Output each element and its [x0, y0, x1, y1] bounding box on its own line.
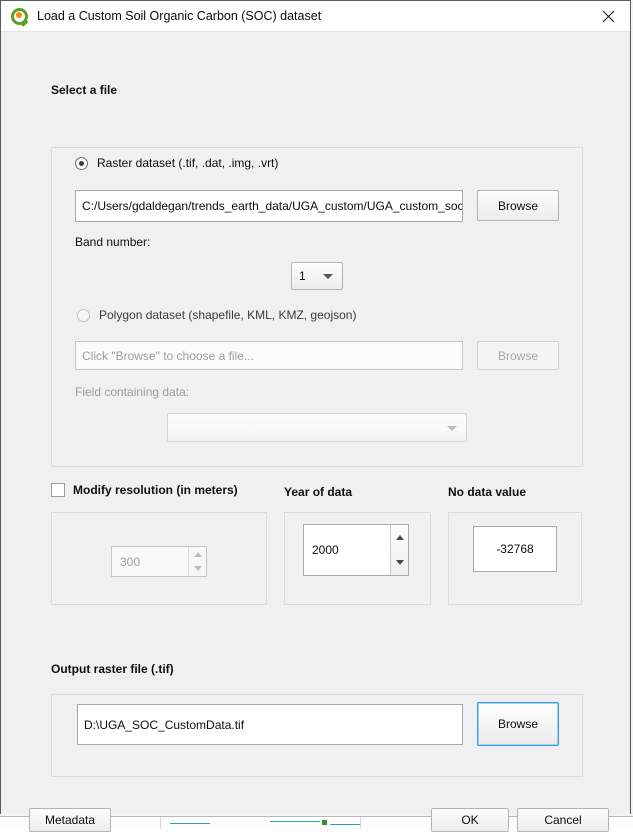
raster-browse-button[interactable]: Browse — [477, 190, 559, 221]
year-of-data-label: Year of data — [284, 485, 352, 499]
polygon-radio-label: Polygon dataset (shapefile, KML, KMZ, ge… — [99, 308, 356, 322]
close-icon[interactable] — [586, 1, 630, 31]
polygon-radio-indicator — [77, 309, 90, 322]
qgis-icon — [11, 8, 28, 25]
canvas-ghost-text — [166, 816, 169, 826]
spin-down-icon[interactable] — [189, 562, 206, 577]
spin-down-icon[interactable] — [391, 550, 408, 575]
year-value: 2000 — [304, 525, 390, 575]
year-spin-arrows[interactable] — [390, 525, 408, 575]
modify-resolution-checkbox[interactable]: Modify resolution (in meters) — [51, 483, 238, 497]
dialog-body: Select a file Raster dataset (.tif, .dat… — [1, 32, 630, 814]
output-raster-heading: Output raster file (.tif) — [51, 662, 174, 676]
metadata-button[interactable]: Metadata — [29, 808, 111, 832]
chevron-down-icon — [447, 426, 457, 431]
select-file-heading: Select a file — [51, 83, 117, 97]
raster-path-input[interactable]: C:/Users/gdaldegan/trends_earth_data/UGA… — [75, 190, 463, 222]
resolution-spinbox[interactable]: 300 — [111, 546, 207, 577]
band-number-combobox[interactable]: 1 — [291, 262, 343, 290]
raster-radio-label: Raster dataset (.tif, .dat, .img, .vrt) — [97, 156, 278, 170]
resolution-value: 300 — [112, 547, 188, 576]
band-number-value: 1 — [299, 269, 306, 283]
no-data-value-label: No data value — [448, 485, 526, 499]
field-containing-data-combobox[interactable] — [167, 413, 467, 442]
spin-up-icon[interactable] — [189, 547, 206, 562]
output-path-input[interactable]: D:\UGA_SOC_CustomData.tif — [77, 704, 463, 745]
cancel-button[interactable]: Cancel — [517, 808, 609, 832]
spin-up-icon[interactable] — [391, 525, 408, 550]
load-custom-soc-dialog: Load a Custom Soil Organic Carbon (SOC) … — [0, 0, 631, 814]
band-number-label: Band number: — [75, 235, 150, 249]
output-browse-button[interactable]: Browse — [477, 702, 559, 746]
ok-button[interactable]: OK — [431, 808, 509, 832]
modify-resolution-label: Modify resolution (in meters) — [73, 483, 238, 497]
polygon-browse-button[interactable]: Browse — [477, 341, 559, 370]
raster-dataset-radio[interactable]: Raster dataset (.tif, .dat, .img, .vrt) — [75, 156, 278, 170]
modify-resolution-check-indicator — [51, 483, 65, 497]
nodata-value-input[interactable]: -32768 — [473, 526, 557, 572]
dialog-titlebar: Load a Custom Soil Organic Carbon (SOC) … — [1, 1, 630, 32]
polygon-path-input[interactable]: Click "Browse" to choose a file... — [75, 341, 463, 370]
year-spinbox[interactable]: 2000 — [303, 524, 409, 576]
polygon-dataset-radio[interactable]: Polygon dataset (shapefile, KML, KMZ, ge… — [77, 308, 356, 322]
raster-radio-indicator — [75, 157, 88, 170]
field-containing-data-label: Field containing data: — [75, 385, 189, 399]
dialog-title: Load a Custom Soil Organic Carbon (SOC) … — [37, 9, 321, 23]
resolution-spin-arrows[interactable] — [188, 547, 206, 576]
chevron-down-icon — [323, 274, 333, 279]
